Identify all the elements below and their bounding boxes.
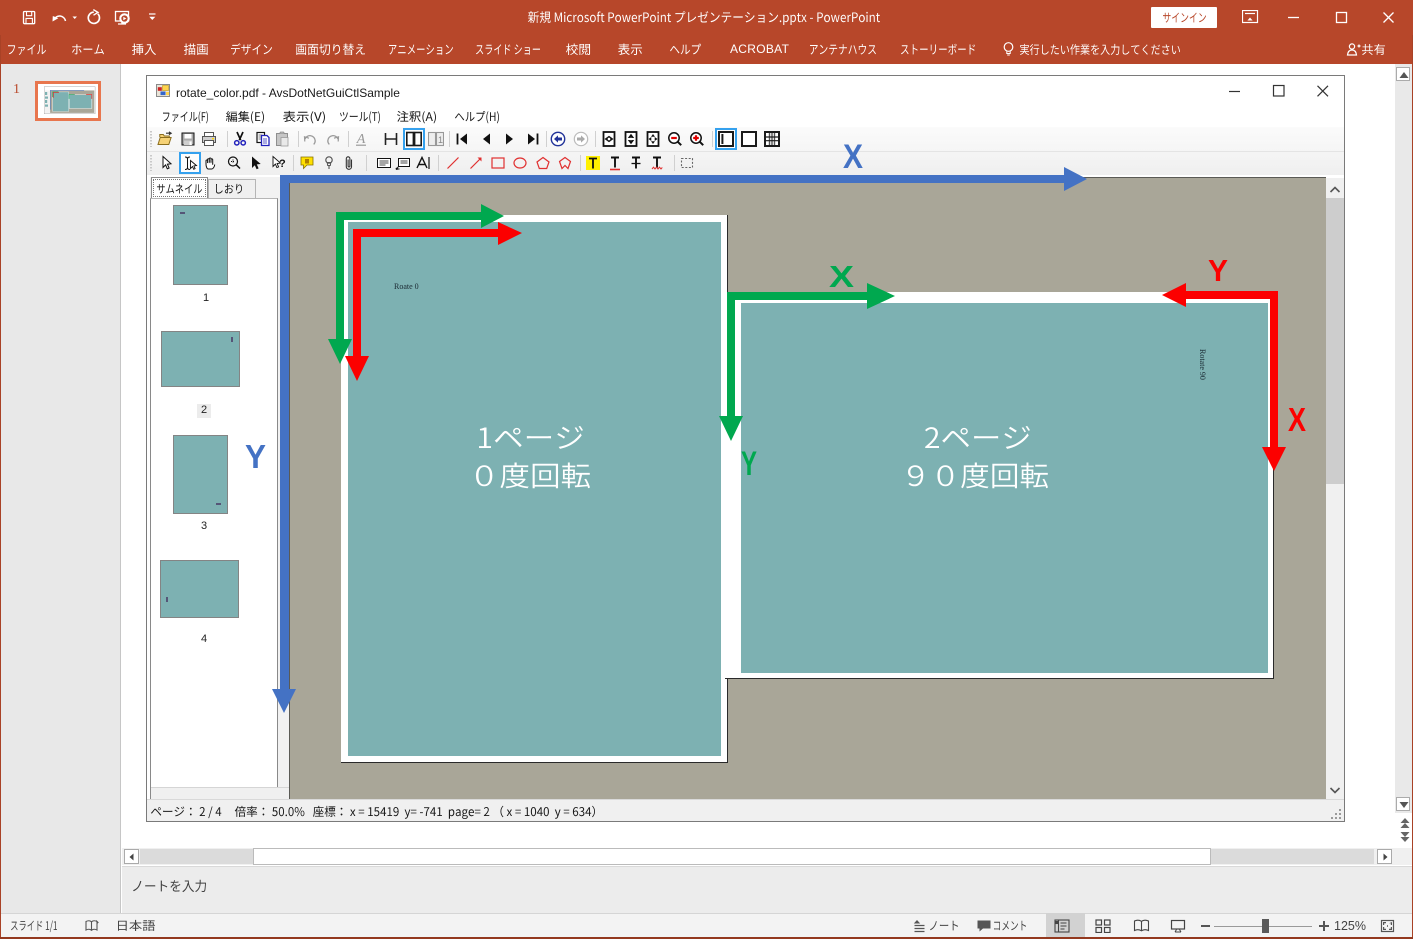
svg-text:X: X bbox=[829, 265, 854, 287]
svg-text:Y: Y bbox=[741, 450, 757, 475]
svg-text:X: X bbox=[843, 143, 863, 168]
svg-text:Y: Y bbox=[1208, 259, 1228, 281]
svg-text:Y: Y bbox=[245, 444, 266, 468]
svg-text:X: X bbox=[1288, 407, 1306, 431]
